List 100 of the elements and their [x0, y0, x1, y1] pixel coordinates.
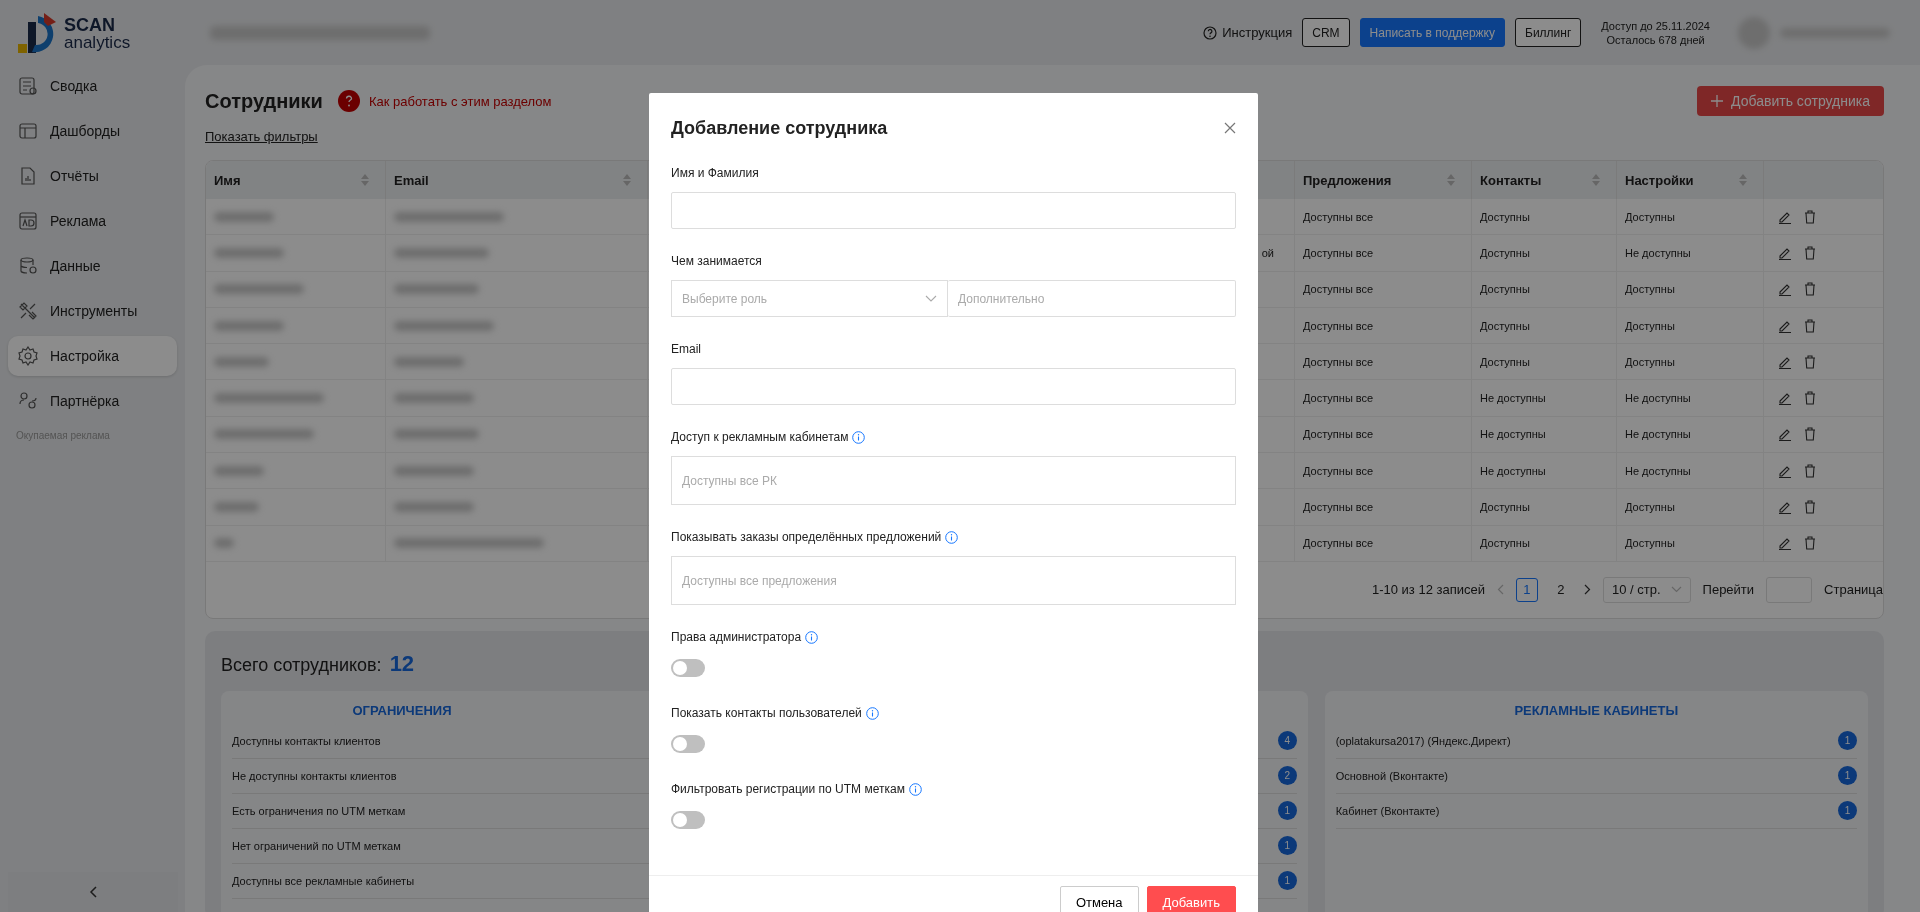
toggle-switch[interactable]	[671, 735, 705, 753]
count-badge: 1	[1277, 836, 1297, 856]
toggle-switch[interactable]	[671, 659, 705, 677]
delete-icon[interactable]	[1804, 500, 1816, 514]
delete-icon[interactable]	[1804, 318, 1816, 333]
stat-label: (oplatakursa2017) (Яндекс.Директ)	[1335, 734, 1511, 747]
table-cell: Не доступны	[1480, 464, 1546, 477]
redacted-text	[214, 356, 269, 367]
sidebar-item[interactable]: Настройка	[8, 336, 177, 376]
table-cell: Доступны	[1480, 246, 1530, 259]
show-filters-link[interactable]: Показать фильтры	[205, 129, 318, 144]
table-cell: Не доступны	[1480, 392, 1546, 405]
page-link[interactable]: 1	[1515, 577, 1538, 602]
table-cell: Доступны	[1625, 283, 1675, 296]
table-cell: Доступны	[1625, 210, 1675, 223]
edit-icon[interactable]	[1778, 391, 1792, 406]
logo-subtitle: analytics	[64, 33, 131, 51]
field-label: Показать контакты пользователей	[671, 706, 862, 720]
table-cell: Доступны все	[1303, 319, 1374, 332]
table-cell: Доступны	[1480, 283, 1530, 296]
field-label: Доступ к рекламным кабинетам	[671, 430, 849, 444]
dialog-title: Добавление сотрудника	[671, 117, 888, 139]
table-cell: Доступны	[1480, 355, 1530, 368]
question-icon	[1203, 25, 1218, 40]
input-field[interactable]	[671, 192, 1236, 229]
delete-icon[interactable]	[1804, 209, 1816, 224]
close-icon[interactable]	[1224, 122, 1236, 134]
sidebar-item[interactable]: Партнёрка	[8, 381, 177, 421]
redacted-text	[214, 538, 234, 549]
column-header: Email	[394, 172, 429, 188]
access-text: Осталось 678 дней	[1606, 32, 1705, 47]
table-cell: Доступны	[1480, 501, 1530, 513]
table-cell: Доступны все	[1303, 464, 1374, 477]
input-field[interactable]: Дополнительно	[948, 280, 1236, 317]
sidebar-item[interactable]: Инструменты	[8, 291, 177, 331]
info-icon[interactable]	[945, 530, 959, 544]
field-label: Права администратора	[671, 630, 802, 644]
page-size-select[interactable]: 10 / стр.	[1602, 576, 1691, 603]
header-button[interactable]: CRM	[1302, 18, 1350, 47]
header-button[interactable]: Биллинг	[1515, 18, 1582, 47]
table-cell: Доступны все	[1303, 283, 1374, 296]
redacted-text	[214, 211, 274, 222]
count-badge: 4	[1277, 731, 1297, 751]
sidebar-item[interactable]: Дашборды	[8, 111, 177, 151]
delete-icon[interactable]	[1804, 427, 1816, 442]
edit-icon[interactable]	[1778, 427, 1792, 442]
table-cell: Доступны	[1480, 537, 1530, 550]
sidebar-item[interactable]: Сводка	[8, 66, 177, 106]
count-badge: 1	[1838, 731, 1857, 751]
toggle-switch[interactable]	[671, 811, 705, 829]
card-title: ОГРАНИЧЕНИЯ	[351, 702, 453, 718]
sidebar-item[interactable]: Реклама	[8, 201, 177, 241]
edit-icon[interactable]	[1778, 282, 1792, 297]
list-icon	[18, 76, 38, 96]
input-field[interactable]	[671, 368, 1236, 405]
pagination-summary: 1-10 из 12 записей	[1371, 582, 1485, 598]
table-cell: Доступны	[1625, 501, 1675, 513]
column-header: Контакты	[1480, 172, 1542, 188]
layout-icon	[18, 121, 38, 141]
add-employee-button[interactable]: Добавить сотрудника	[1697, 86, 1884, 116]
edit-icon[interactable]	[1778, 536, 1792, 551]
employee-count: 12	[389, 650, 415, 677]
redacted-text	[214, 247, 284, 258]
goto-suffix: Страница	[1824, 582, 1883, 598]
help-link[interactable]: Как работать с этим разделом	[368, 93, 552, 109]
chevron-right-icon[interactable]	[1583, 584, 1591, 596]
role-select[interactable]: Выберите роль	[671, 280, 948, 317]
field-label: Имя и Фамилия	[671, 166, 759, 180]
page-link[interactable]: 2	[1549, 577, 1572, 602]
submit-button[interactable]: Добавить	[1146, 886, 1236, 912]
delete-icon[interactable]	[1804, 282, 1816, 297]
report-icon	[18, 166, 38, 186]
info-icon[interactable]	[852, 430, 866, 444]
stat-label: Есть ограничения по UTM меткам	[232, 804, 406, 817]
redacted-text	[214, 320, 284, 331]
delete-icon[interactable]	[1804, 245, 1816, 260]
delete-icon[interactable]	[1804, 463, 1816, 478]
table-cell: Доступны все	[1303, 501, 1374, 513]
info-icon[interactable]	[908, 782, 922, 796]
delete-icon[interactable]	[1804, 536, 1816, 551]
summary-title: Всего сотрудников:	[221, 654, 382, 676]
table-cell: Доступны	[1480, 319, 1530, 332]
help-link[interactable]: Инструкция	[1203, 25, 1293, 40]
stat-label: Доступны все рекламные кабинеты	[232, 874, 415, 887]
help-icon[interactable]	[336, 89, 361, 113]
delete-icon[interactable]	[1804, 391, 1816, 406]
delete-icon[interactable]	[1804, 354, 1816, 369]
count-badge: 1	[1838, 801, 1857, 821]
table-cell: Доступны все	[1303, 428, 1374, 441]
logo-icon	[18, 12, 58, 54]
sidebar-item[interactable]: Отчёты	[8, 156, 177, 196]
info-icon[interactable]	[805, 630, 819, 644]
info-icon[interactable]	[865, 706, 879, 720]
table-cell: Доступны все	[1303, 210, 1374, 223]
goto-label: Перейти	[1702, 582, 1755, 598]
sidebar-item[interactable]: Данные	[8, 246, 177, 286]
cancel-button[interactable]: Отмена	[1059, 886, 1139, 912]
header-button[interactable]: Написать в поддержку	[1359, 18, 1505, 47]
field-label: Показывать заказы определённых предложений	[671, 530, 942, 544]
edit-icon[interactable]	[1778, 500, 1792, 514]
